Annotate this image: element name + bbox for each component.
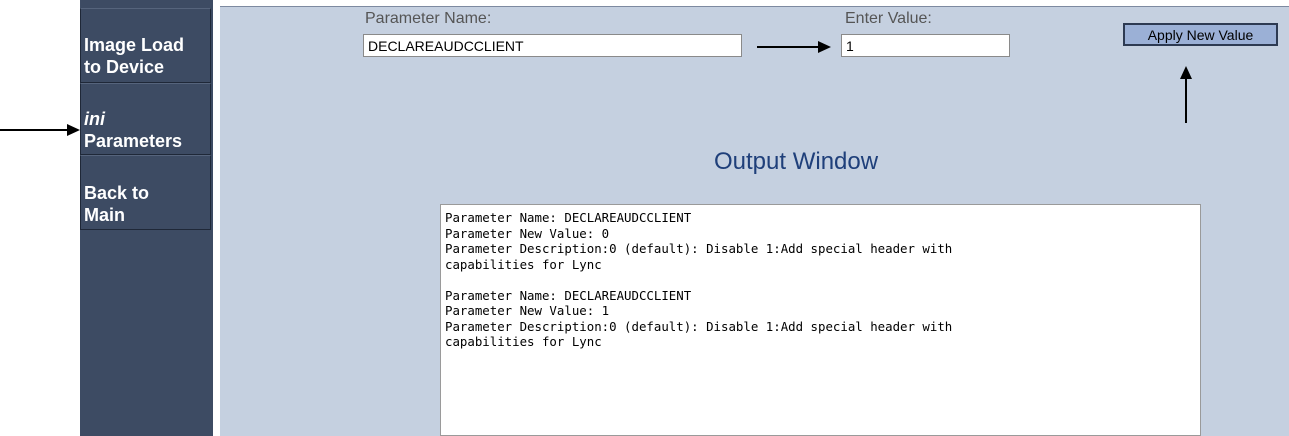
output-window[interactable]: Parameter Name: DECLAREAUDCCLIENT Parame… — [440, 204, 1201, 436]
parameter-name-label: Parameter Name: — [365, 10, 492, 27]
sidebar-item-label: ini — [84, 109, 105, 129]
divider — [213, 0, 220, 436]
sidebar-item-label: Main — [84, 205, 126, 225]
sidebar-item-label: Parameters — [84, 131, 183, 151]
arrow-right-icon — [757, 41, 831, 53]
output-line: Parameter New Value: 0 — [445, 225, 610, 241]
sidebar-nav: Image Load to Device ini Parameters Back… — [80, 0, 213, 436]
sidebar-item-label: to Device — [84, 57, 165, 77]
apply-new-value-button[interactable]: Apply New Value — [1123, 23, 1278, 46]
output-line: Parameter New Value: 1 — [445, 303, 610, 318]
output-window-title: Output Window — [714, 148, 879, 175]
enter-value-label: Enter Value: — [845, 10, 932, 27]
output-line: capabilities for Lync — [445, 256, 602, 272]
output-line: capabilities for Lync — [445, 334, 602, 349]
sidebar-item-label: Image Load — [84, 35, 185, 55]
output-line: Parameter Name: DECLAREAUDCCLIENT — [445, 287, 692, 303]
arrow-up-icon — [1180, 66, 1192, 123]
output-line: Parameter Description:0 (default): Disab… — [445, 241, 953, 256]
sidebar-item-image-load[interactable]: Image Load to Device — [80, 8, 211, 83]
divider — [220, 6, 1289, 7]
sidebar-item-back-to-main[interactable]: Back to Main — [80, 155, 211, 230]
parameter-name-input[interactable] — [363, 34, 742, 57]
output-line: Parameter Description:0 (default): Disab… — [445, 318, 953, 334]
sidebar-item-label: Back to — [84, 183, 150, 203]
output-line: Parameter Name: DECLAREAUDCCLIENT — [445, 210, 692, 225]
enter-value-input[interactable] — [841, 34, 1010, 57]
arrow-right-icon — [0, 124, 80, 136]
sidebar-item-ini-parameters[interactable]: ini Parameters — [80, 83, 211, 155]
